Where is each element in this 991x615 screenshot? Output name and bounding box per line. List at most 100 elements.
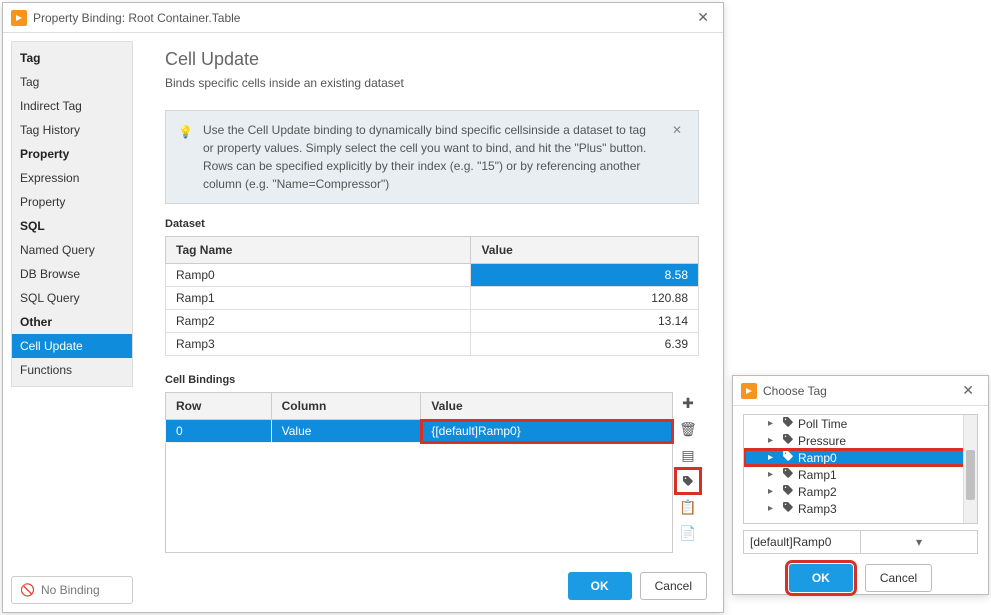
bindings-row[interactable]: 0 Value {[default]Ramp0} <box>166 420 673 443</box>
sidebar-item-named-query[interactable]: Named Query <box>12 238 132 262</box>
bindings-cell-value[interactable]: {[default]Ramp0} <box>421 420 673 443</box>
chevron-right-icon: ▸ <box>768 503 778 514</box>
tree-item-label: Pressure <box>798 434 846 448</box>
dataset-cell-value[interactable]: 6.39 <box>471 333 699 356</box>
dataset-cell-value[interactable]: 13.14 <box>471 310 699 333</box>
tree-item-label: Ramp3 <box>798 502 837 516</box>
bindings-col-value[interactable]: Value <box>421 393 673 420</box>
tree-item-ramp1[interactable]: ▸ Ramp1 <box>744 466 977 483</box>
bindings-col-column[interactable]: Column <box>271 393 421 420</box>
chevron-right-icon: ▸ <box>768 435 778 446</box>
choose-ok-button[interactable]: OK <box>789 564 853 592</box>
tree-item-label: Ramp1 <box>798 468 837 482</box>
tag-icon <box>782 467 794 482</box>
sidebar-item-cell-update[interactable]: Cell Update <box>12 334 132 358</box>
tag-icon <box>782 484 794 499</box>
chevron-right-icon: ▸ <box>768 486 778 497</box>
dataset-row[interactable]: Ramp0 8.58 <box>166 264 699 287</box>
tree-item-ramp2[interactable]: ▸ Ramp2 <box>744 483 977 500</box>
dataset-row[interactable]: Ramp2 13.14 <box>166 310 699 333</box>
close-icon[interactable]: ✕ <box>691 7 715 28</box>
tag-icon <box>782 501 794 516</box>
chevron-right-icon: ▸ <box>768 469 778 480</box>
tree-item-label: Ramp2 <box>798 485 837 499</box>
page-subheading: Binds specific cells inside an existing … <box>165 76 699 90</box>
page-heading: Cell Update <box>165 49 699 70</box>
app-icon <box>11 10 27 26</box>
insert-tag-button[interactable] <box>677 470 699 492</box>
tree-item-pressure[interactable]: ▸ Pressure <box>744 432 977 449</box>
dataset-col-tagname[interactable]: Tag Name <box>166 237 471 264</box>
sidebar-item-expression[interactable]: Expression <box>12 166 132 190</box>
tag-path-dropdown[interactable]: [default]Ramp0 ▾ <box>743 530 978 554</box>
delete-binding-button[interactable]: 🗑 <box>677 418 699 440</box>
no-binding-label: No Binding <box>41 583 100 597</box>
dataset-label: Dataset <box>165 218 699 230</box>
app-icon <box>741 383 757 399</box>
choose-cancel-button[interactable]: Cancel <box>865 564 932 592</box>
tag-tree[interactable]: ▸ Poll Time ▸ Pressure ▸ Ramp0 ▸ Ramp1 ▸ <box>743 414 978 524</box>
dataset-cell-tag[interactable]: Ramp3 <box>166 333 471 356</box>
bindings-cell-row[interactable]: 0 <box>166 420 272 443</box>
dataset-cell-value[interactable]: 8.58 <box>471 264 699 287</box>
dataset-col-value[interactable]: Value <box>471 237 699 264</box>
tree-item-poll-time[interactable]: ▸ Poll Time <box>744 415 977 432</box>
tree-scrollbar[interactable] <box>963 415 977 523</box>
dialog-footer: OK Cancel <box>568 572 707 600</box>
titlebar: Property Binding: Root Container.Table ✕ <box>3 3 723 33</box>
lightbulb-icon: 💡 <box>178 123 193 141</box>
tag-icon <box>782 450 794 465</box>
tip-close-icon[interactable]: ✕ <box>668 121 686 139</box>
chevron-down-icon[interactable]: ▾ <box>860 531 977 553</box>
sidebar-item-indirect-tag[interactable]: Indirect Tag <box>12 94 132 118</box>
tree-item-ramp3[interactable]: ▸ Ramp3 <box>744 500 977 517</box>
sidebar-header-tag: Tag <box>12 46 132 70</box>
tree-item-label: Poll Time <box>798 417 847 431</box>
bindings-table: Row Column Value 0 Value {[default]Ramp0… <box>165 392 673 553</box>
sidebar-header-sql: SQL <box>12 214 132 238</box>
bindings-cell-column[interactable]: Value <box>271 420 421 443</box>
chevron-right-icon: ▸ <box>768 418 778 429</box>
choose-footer: OK Cancel <box>743 564 978 592</box>
dataset-cell-value[interactable]: 120.88 <box>471 287 699 310</box>
content-panel: Cell Update Binds specific cells inside … <box>141 33 723 612</box>
browse-binding-button[interactable]: ▤ <box>677 444 699 466</box>
tag-path-value: [default]Ramp0 <box>744 531 860 553</box>
dataset-cell-tag[interactable]: Ramp2 <box>166 310 471 333</box>
tree-item-ramp0[interactable]: ▸ Ramp0 <box>744 449 977 466</box>
tag-icon <box>782 416 794 431</box>
bindings-col-row[interactable]: Row <box>166 393 272 420</box>
dataset-cell-tag[interactable]: Ramp1 <box>166 287 471 310</box>
sidebar-item-functions[interactable]: Functions <box>12 358 132 382</box>
sidebar-item-db-browse[interactable]: DB Browse <box>12 262 132 286</box>
tip-text: Use the Cell Update binding to dynamical… <box>203 121 658 193</box>
dataset-table: Tag Name Value Ramp0 8.58 Ramp1 120.88 R… <box>165 236 699 356</box>
add-binding-button[interactable]: ✚ <box>677 392 699 414</box>
dataset-cell-tag[interactable]: Ramp0 <box>166 264 471 287</box>
window-title: Property Binding: Root Container.Table <box>33 11 240 25</box>
sidebar-item-tag[interactable]: Tag <box>12 70 132 94</box>
sidebar-header-property: Property <box>12 142 132 166</box>
paste-binding-button[interactable]: 📄 <box>677 522 699 544</box>
no-binding-icon: 🚫 <box>20 583 35 597</box>
choose-titlebar: Choose Tag ✕ <box>733 376 988 406</box>
sidebar-item-tag-history[interactable]: Tag History <box>12 118 132 142</box>
copy-binding-button[interactable]: 📋 <box>677 496 699 518</box>
close-icon[interactable]: ✕ <box>956 380 980 401</box>
bindings-label: Cell Bindings <box>165 374 699 386</box>
cancel-button[interactable]: Cancel <box>640 572 707 600</box>
dataset-row[interactable]: Ramp3 6.39 <box>166 333 699 356</box>
property-binding-window: Property Binding: Root Container.Table ✕… <box>2 2 724 613</box>
dataset-row[interactable]: Ramp1 120.88 <box>166 287 699 310</box>
tag-icon <box>782 433 794 448</box>
no-binding-button[interactable]: 🚫 No Binding <box>11 576 133 604</box>
sidebar-item-property[interactable]: Property <box>12 190 132 214</box>
tree-item-label: Ramp0 <box>798 451 837 465</box>
choose-window-title: Choose Tag <box>763 384 827 398</box>
sidebar: Tag Tag Indirect Tag Tag History Propert… <box>11 41 133 387</box>
ok-button[interactable]: OK <box>568 572 632 600</box>
sidebar-item-sql-query[interactable]: SQL Query <box>12 286 132 310</box>
choose-tag-window: Choose Tag ✕ ▸ Poll Time ▸ Pressure ▸ Ra… <box>732 375 989 595</box>
sidebar-header-other: Other <box>12 310 132 334</box>
chevron-right-icon: ▸ <box>768 452 778 463</box>
